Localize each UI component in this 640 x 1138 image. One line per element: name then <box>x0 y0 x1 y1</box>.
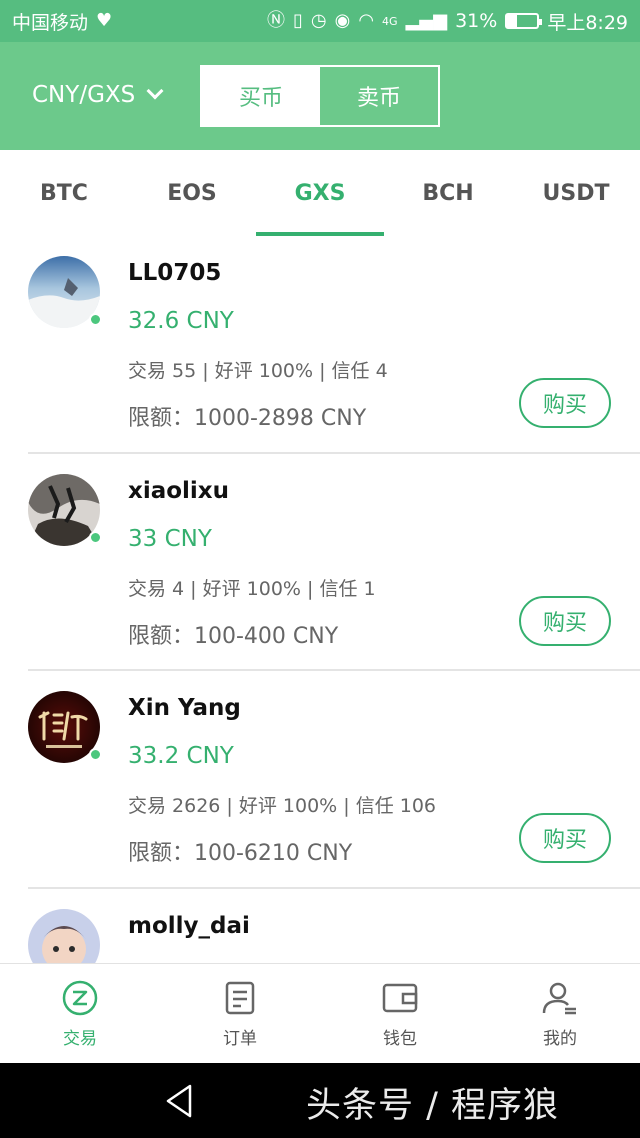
status-bar: 中国移动 ♥ Ⓝ ▯ ◷ ◉ ◠ 4G ▂▄▆ 31% 早上8:29 <box>0 0 640 42</box>
trader-price: 33.2 CNY <box>128 743 234 769</box>
buy-button[interactable]: 购买 <box>519 813 611 863</box>
avatar[interactable] <box>28 908 100 963</box>
currency-pair-dropdown[interactable]: CNY/GXS <box>32 82 164 108</box>
nav-profile-label: 我的 <box>543 1029 577 1049</box>
list-item: LL0705 32.6 CNY 交易 55 | 好评 100% | 信任 4 限… <box>28 236 640 454</box>
trader-name: xiaolixu <box>128 477 230 504</box>
order-list-icon <box>220 978 260 1018</box>
nav-profile[interactable]: 我的 <box>480 964 640 1063</box>
status-right: Ⓝ ▯ ◷ ◉ ◠ 4G ▂▄▆ 31% 早上8:29 <box>267 8 628 35</box>
list-item: xiaolixu 33 CNY 交易 4 | 好评 100% | 信任 1 限额… <box>28 454 640 671</box>
nav-trade-label: 交易 <box>63 1029 97 1049</box>
trader-name: LL0705 <box>128 260 222 286</box>
trade-icon <box>60 978 100 1018</box>
carrier-label: 中国移动 <box>12 11 89 34</box>
wallet-icon <box>380 978 420 1018</box>
battery-icon <box>505 13 543 29</box>
online-status-dot <box>89 313 102 326</box>
trade-limit: 限额：1000-2898 CNY <box>128 406 367 431</box>
watermark: 头条号 / 程序狼 <box>306 1086 560 1126</box>
status-left: 中国移动 ♥ <box>12 8 112 35</box>
nav-orders[interactable]: 订单 <box>160 964 320 1063</box>
avatar[interactable] <box>28 256 102 328</box>
coin-tabs: BTC EOS GXS BCH USDT <box>0 150 640 236</box>
online-status-dot <box>89 748 102 761</box>
trader-price: 33 CNY <box>128 525 212 552</box>
avatar-image <box>28 908 100 963</box>
tab-eos[interactable]: EOS <box>128 150 256 236</box>
battery-percent: 31% <box>455 10 498 32</box>
buy-coin-tab[interactable]: 买币 <box>202 67 320 125</box>
trader-price: 32.6 CNY <box>128 308 234 334</box>
user-icon <box>540 978 580 1018</box>
nav-wallet[interactable]: 钱包 <box>320 964 480 1063</box>
tab-bch[interactable]: BCH <box>384 150 512 236</box>
nav-wallet-label: 钱包 <box>383 1029 417 1049</box>
list-item: Xin Yang 33.2 CNY 交易 2626 | 好评 100% | 信任… <box>28 671 640 889</box>
buy-button[interactable]: 购买 <box>519 378 611 428</box>
nav-trade[interactable]: 交易 <box>0 964 160 1063</box>
sell-coin-tab[interactable]: 卖币 <box>320 67 438 125</box>
tab-usdt[interactable]: USDT <box>512 150 640 236</box>
online-status-dot <box>89 530 102 544</box>
currency-pair-label: CNY/GXS <box>32 82 136 108</box>
avatar[interactable] <box>28 691 102 763</box>
wifi-icon: ◠ <box>358 10 375 31</box>
chevron-down-icon <box>146 82 164 100</box>
buy-button[interactable]: 购买 <box>519 595 611 646</box>
tab-gxs[interactable]: GXS <box>256 150 384 236</box>
trader-name: Xin Yang <box>128 695 241 721</box>
vibrate-icon: ▯ <box>292 10 303 31</box>
system-nav-bar: 头条号 / 程序狼 <box>0 1063 640 1138</box>
offer-list: LL0705 32.6 CNY 交易 55 | 好评 100% | 信任 4 限… <box>0 236 640 963</box>
trader-stats: 交易 55 | 好评 100% | 信任 4 <box>128 360 388 382</box>
tab-btc[interactable]: BTC <box>0 150 128 236</box>
trade-limit: 限额：100-6210 CNY <box>128 841 353 866</box>
trader-stats: 交易 4 | 好评 100% | 信任 1 <box>128 577 376 600</box>
header: CNY/GXS 买币 卖币 <box>0 42 640 150</box>
buy-sell-toggle: 买币 卖币 <box>200 65 440 127</box>
clock: 早上8:29 <box>547 11 628 34</box>
alarm-icon: ◷ <box>310 10 327 31</box>
nfc-icon: Ⓝ <box>266 10 285 31</box>
avatar[interactable] <box>28 473 102 546</box>
back-icon[interactable] <box>164 1083 194 1119</box>
network-type: 4G <box>382 14 398 28</box>
nav-orders-label: 订单 <box>223 1029 257 1049</box>
heart-pulse-icon: ♥ <box>96 10 113 31</box>
list-item: molly_dai <box>28 889 640 963</box>
eye-icon: ◉ <box>334 10 351 31</box>
signal-icon: ▂▄▆ <box>405 10 448 31</box>
trader-name: molly_dai <box>128 912 250 939</box>
trade-limit: 限额：100-400 CNY <box>128 623 339 649</box>
bottom-nav: 交易 订单 钱包 我的 <box>0 963 640 1063</box>
trader-stats: 交易 2626 | 好评 100% | 信任 106 <box>128 795 437 817</box>
